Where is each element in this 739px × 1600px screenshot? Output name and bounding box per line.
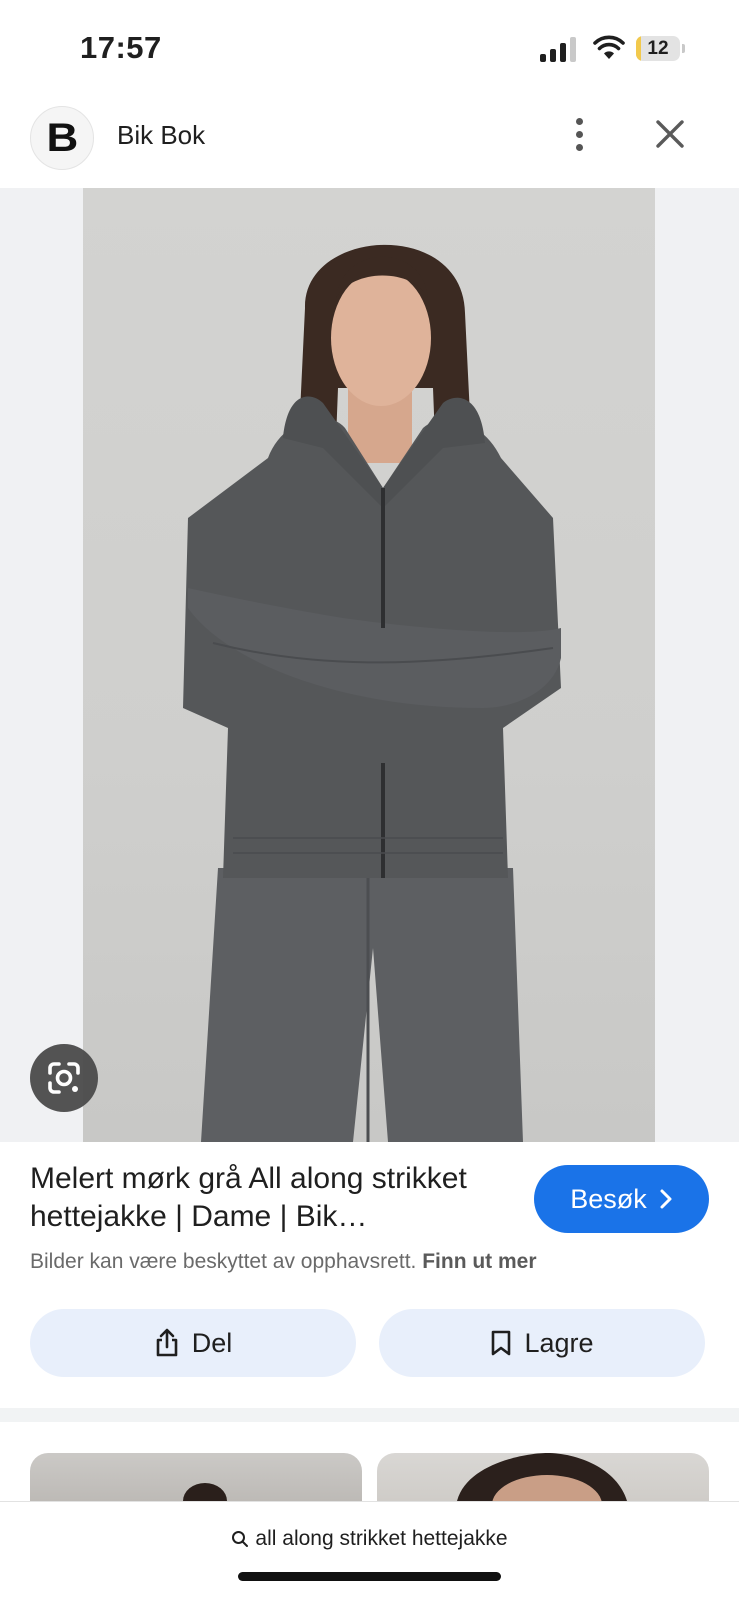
search-query: all along strikket hettejakke — [255, 1527, 508, 1550]
copyright-notice: Bilder kan være beskyttet av opphavsrett… — [30, 1250, 537, 1274]
section-divider — [0, 1408, 739, 1422]
share-button[interactable]: Del — [30, 1309, 356, 1377]
save-button[interactable]: Lagre — [379, 1309, 705, 1377]
more-vert-icon — [575, 117, 583, 125]
home-indicator — [238, 1572, 501, 1581]
close-icon[interactable] — [648, 112, 692, 156]
viewer-header: B Bik Bok — [0, 96, 739, 188]
product-image[interactable] — [83, 188, 655, 1142]
image-viewer — [0, 188, 739, 1142]
model-illustration — [183, 244, 561, 1142]
visit-button[interactable]: Besøk — [534, 1165, 709, 1233]
search-icon — [232, 1531, 249, 1547]
share-label: Del — [191, 1327, 233, 1358]
site-name[interactable]: Bik Bok — [117, 120, 205, 151]
visit-label: Besøk — [570, 1183, 647, 1214]
status-time: 17:57 — [80, 30, 162, 65]
result-title[interactable]: Melert mørk grå All along strikket hette… — [30, 1160, 510, 1236]
google-lens-button[interactable] — [30, 1044, 98, 1112]
google-lens-icon — [48, 1062, 80, 1094]
chevron-right-icon — [660, 1189, 672, 1209]
status-bar: 17:57 12 — [0, 0, 739, 96]
related-image[interactable] — [30, 1453, 362, 1501]
site-logo[interactable]: B — [30, 106, 94, 170]
save-label: Lagre — [524, 1327, 594, 1358]
more-options-button[interactable] — [557, 112, 601, 156]
search-query-button[interactable]: all along strikket hettejakke — [0, 1522, 739, 1556]
bookmark-icon — [492, 1330, 511, 1356]
share-icon — [156, 1328, 178, 1357]
learn-more-link[interactable]: Finn ut mer — [422, 1250, 536, 1273]
battery-level: 12 — [647, 38, 669, 59]
bottom-search-bar: all along strikket hettejakke — [0, 1501, 739, 1600]
related-image[interactable] — [377, 1453, 709, 1501]
logo-letter: B — [46, 115, 78, 160]
wifi-icon — [593, 35, 625, 59]
copyright-text: Bilder kan være beskyttet av opphavsrett… — [30, 1250, 417, 1273]
battery-icon: 12 — [636, 36, 686, 61]
signal-icon — [540, 36, 578, 62]
